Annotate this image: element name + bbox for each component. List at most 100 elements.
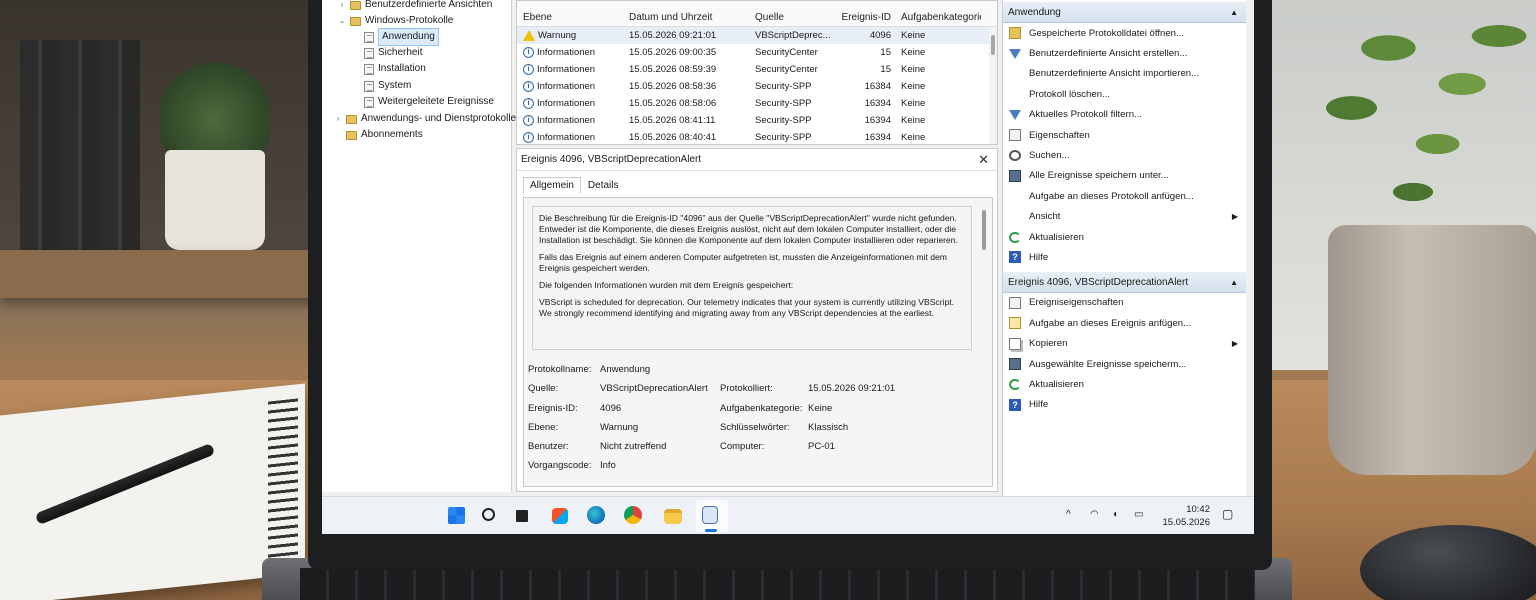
description-box[interactable]: Die Beschreibung für die Ereignis-ID "40… <box>532 206 972 350</box>
event-source-cell: Security-SPP <box>755 132 812 143</box>
event-source-cell: SecurityCenter <box>755 47 818 58</box>
wifi-icon[interactable]: ◠ <box>1090 509 1099 520</box>
submenu-arrow-icon: ▶ <box>1231 212 1238 222</box>
screen: › Benutzerdefinierte Ansichten ⌄ Windows… <box>322 0 1254 534</box>
action-item[interactable]: Aufgabe an dieses Protokoll anfügen... <box>1003 186 1246 206</box>
action-item[interactable]: Suchen... <box>1003 145 1246 165</box>
task-icon <box>1009 317 1021 330</box>
action-item[interactable]: Benutzerdefinierte Ansicht importieren..… <box>1003 64 1246 84</box>
event-row[interactable]: i Informationen 15.05.2026 08:58:36 Securit… <box>517 78 997 95</box>
general-tab-body: Die Beschreibung für die Ereignis-ID "40… <box>523 197 993 487</box>
column-header-level[interactable]: Ebene <box>517 12 629 23</box>
event-date-cell: 15.05.2026 08:58:06 <box>629 98 717 109</box>
find-icon <box>1009 150 1021 162</box>
action-item[interactable]: ? Hilfe <box>1003 395 1246 415</box>
store-icon[interactable] <box>552 508 568 524</box>
column-header-source[interactable]: Quelle <box>755 12 839 23</box>
column-header-event-id[interactable]: Ereignis-ID <box>839 12 901 23</box>
background-shelf <box>0 250 330 298</box>
tree-item-application[interactable]: Anwendung <box>364 28 439 46</box>
action-item[interactable]: Aktualisieren <box>1003 374 1246 394</box>
action-item[interactable]: Benutzerdefinierte Ansicht erstellen... <box>1003 43 1246 63</box>
tab-general[interactable]: Allgemein <box>523 177 581 194</box>
speaker-icon[interactable]: ◖ <box>1112 509 1118 520</box>
action-label: Gespeicherte Protokolldatei öffnen... <box>1029 27 1185 39</box>
task-view-icon[interactable] <box>516 510 528 522</box>
save-icon <box>1009 358 1021 371</box>
event-level-cell: i Informationen <box>517 47 629 58</box>
battery-icon[interactable]: ▭ <box>1134 509 1143 520</box>
active-app-indicator <box>705 529 717 532</box>
notification-icon[interactable]: ▢ <box>1222 507 1233 521</box>
taskbar-clock[interactable]: 10:42 15.05.2026 <box>1160 503 1210 529</box>
event-row[interactable]: Warnung 15.05.2026 09:21:01 VBScriptDeprec… <box>517 27 997 44</box>
event-id-cell: 15 <box>880 47 891 58</box>
tree-item-installation[interactable]: Installation <box>364 61 426 77</box>
start-button-icon[interactable] <box>448 507 465 524</box>
collapse-icon[interactable]: ▲ <box>1230 272 1238 293</box>
edge-browser-icon[interactable] <box>587 506 605 524</box>
tree-item-system[interactable]: System <box>364 78 411 94</box>
tree-item-app-service-logs[interactable]: › Anwendungs- und Dienstprotokolle <box>334 111 516 127</box>
event-row[interactable]: i Informationen 15.05.2026 08:59:39 Securit… <box>517 61 997 78</box>
action-item[interactable]: ? Hilfe <box>1003 247 1246 267</box>
chrome-browser-icon[interactable] <box>624 506 642 524</box>
action-item[interactable]: Gespeicherte Protokolldatei öffnen... <box>1003 23 1246 43</box>
event-row[interactable]: i Informationen 15.05.2026 08:41:11 Securit… <box>517 112 997 129</box>
collapse-icon[interactable]: ▲ <box>1230 2 1238 23</box>
filter-icon <box>1009 48 1021 59</box>
action-label: Aktualisieren <box>1029 231 1084 243</box>
notebook-rings <box>268 398 298 572</box>
column-header-date[interactable]: Datum und Uhrzeit <box>629 12 755 23</box>
detail-tabs: Allgemein Details <box>523 177 626 194</box>
column-header-task-category[interactable]: Aufgabenkategorie <box>901 12 981 23</box>
expand-arrow-icon[interactable]: › <box>334 111 342 127</box>
background-plant-left <box>160 60 270 160</box>
save-icon <box>1009 169 1021 182</box>
action-item[interactable]: Kopieren ▶ <box>1003 333 1246 353</box>
collapse-arrow-icon[interactable]: ⌄ <box>338 13 346 29</box>
action-item[interactable]: Aktualisieren <box>1003 227 1246 247</box>
event-viewer-icon[interactable] <box>702 506 718 524</box>
tree-item-forwarded-events[interactable]: Weitergeleitete Ereignisse <box>364 94 494 110</box>
events-scrollbar[interactable] <box>989 27 997 144</box>
tree-item-windows-logs[interactable]: ⌄ Windows-Protokolle <box>338 13 454 29</box>
field-user-label: Benutzer: <box>528 441 569 452</box>
event-task-cell: Keine <box>901 98 926 109</box>
tree-item-custom-views[interactable]: › Benutzerdefinierte Ansichten <box>338 0 493 13</box>
action-item[interactable]: Aufgabe an dieses Ereignis anfügen... <box>1003 313 1246 333</box>
event-date-cell: 15.05.2026 08:40:41 <box>629 132 717 143</box>
blank-icon <box>1009 68 1021 80</box>
tab-details[interactable]: Details <box>581 177 626 194</box>
event-row[interactable]: i Informationen 15.05.2026 08:58:06 Securit… <box>517 95 997 112</box>
action-item[interactable]: Ereigniseigenschaften <box>1003 293 1246 313</box>
log-icon <box>364 80 374 92</box>
event-row[interactable]: i Informationen 15.05.2026 09:00:35 Securit… <box>517 44 997 61</box>
actions-section-event[interactable]: Ereignis 4096, VBScriptDeprecationAlert … <box>1003 271 1246 293</box>
action-item[interactable]: Eigenschaften <box>1003 125 1246 145</box>
action-label: Ausgewählte Ereignisse speicherm... <box>1029 358 1187 370</box>
event-date-cell: 15.05.2026 09:21:01 <box>629 30 717 41</box>
tree-item-subscriptions[interactable]: Abonnements <box>346 127 423 143</box>
event-row[interactable]: i Informationen 15.05.2026 08:40:41 Securit… <box>517 129 997 146</box>
detail-title: Ereignis 4096, VBScriptDeprecationAlert <box>517 149 997 171</box>
tree-item-security[interactable]: Sicherheit <box>364 45 422 61</box>
expand-arrow-icon[interactable]: › <box>338 0 346 13</box>
action-item[interactable]: Ausgewählte Ereignisse speicherm... <box>1003 354 1246 374</box>
action-item[interactable]: Ansicht ▶ <box>1003 207 1246 227</box>
action-item[interactable]: Aktuelles Protokoll filtern... <box>1003 105 1246 125</box>
log-icon <box>364 47 374 59</box>
close-icon[interactable]: ✕ <box>978 152 989 168</box>
help-icon: ? <box>1009 398 1021 411</box>
action-item[interactable]: Alle Ereignisse speichern unter... <box>1003 166 1246 186</box>
file-explorer-icon[interactable] <box>664 509 682 524</box>
search-icon[interactable] <box>482 508 495 521</box>
actions-section-application[interactable]: Anwendung ▲ <box>1003 2 1246 23</box>
properties-icon <box>1009 129 1021 142</box>
tray-overflow-icon[interactable]: ^ <box>1066 509 1071 520</box>
description-scrollbar[interactable] <box>982 210 986 250</box>
action-item[interactable]: Protokoll löschen... <box>1003 84 1246 104</box>
blank-icon <box>1009 88 1021 100</box>
event-level-cell: i Informationen <box>517 64 629 75</box>
event-id-cell: 16394 <box>864 98 891 109</box>
